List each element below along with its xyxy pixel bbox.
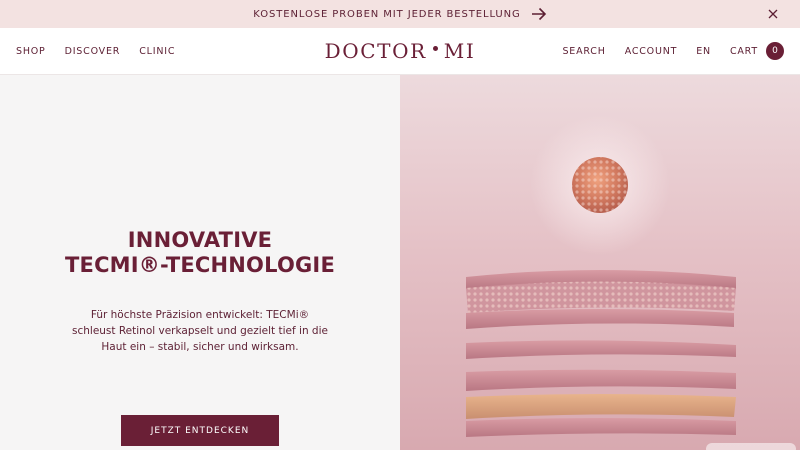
primary-nav: SHOP DISCOVER CLINIC — [16, 28, 175, 74]
logo-dot — [432, 45, 438, 51]
hero-description-line-1: Für höchste Präzision entwickelt: TECMi® — [90, 309, 310, 321]
carousel-indicator[interactable] — [706, 443, 796, 450]
close-icon[interactable] — [766, 7, 780, 21]
utility-nav: SEARCH ACCOUNT EN CART 0 — [562, 28, 784, 74]
arrow-right-icon[interactable] — [531, 6, 547, 22]
cart-label: CART — [729, 45, 758, 57]
hero-description: Für höchste Präzision entwickelt: TECMi®… — [60, 307, 340, 355]
discover-now-button[interactable]: JETZT ENTDECKEN — [121, 415, 279, 446]
hero-title: INNOVATIVE TECMI®-TECHNOLOGIE — [0, 228, 400, 278]
logo-text-right: MI — [443, 39, 476, 63]
language-switcher[interactable]: EN — [696, 46, 711, 57]
promo-text[interactable]: KOSTENLOSE PROBEN MIT JEDER BESTELLUNG — [253, 9, 520, 20]
promo-bar: KOSTENLOSE PROBEN MIT JEDER BESTELLUNG — [0, 0, 800, 28]
nav-shop[interactable]: SHOP — [16, 46, 46, 57]
nav-discover[interactable]: DISCOVER — [65, 46, 121, 57]
hero-description-line-3: Haut ein – stabil, sicher und wirksam. — [101, 341, 299, 353]
cart-button[interactable]: CART 0 — [730, 42, 784, 60]
logo-text-left: DOCTOR — [324, 39, 427, 63]
site-header: SHOP DISCOVER CLINIC DOCTOR MI SEARCH ACC… — [0, 28, 800, 75]
hero-title-line-1: INNOVATIVE — [127, 228, 273, 252]
hero-description-line-2: schleust Retinol verkapselt und gezielt … — [72, 325, 328, 337]
hero-title-line-2: TECMI®-TECHNOLOGIE — [65, 253, 335, 277]
account-link[interactable]: ACCOUNT — [625, 46, 678, 57]
hero-image — [400, 75, 800, 450]
search-link[interactable]: SEARCH — [562, 46, 605, 57]
nav-clinic[interactable]: CLINIC — [139, 46, 175, 57]
skin-layers-illustration — [466, 115, 736, 437]
cart-count-badge: 0 — [766, 42, 784, 60]
